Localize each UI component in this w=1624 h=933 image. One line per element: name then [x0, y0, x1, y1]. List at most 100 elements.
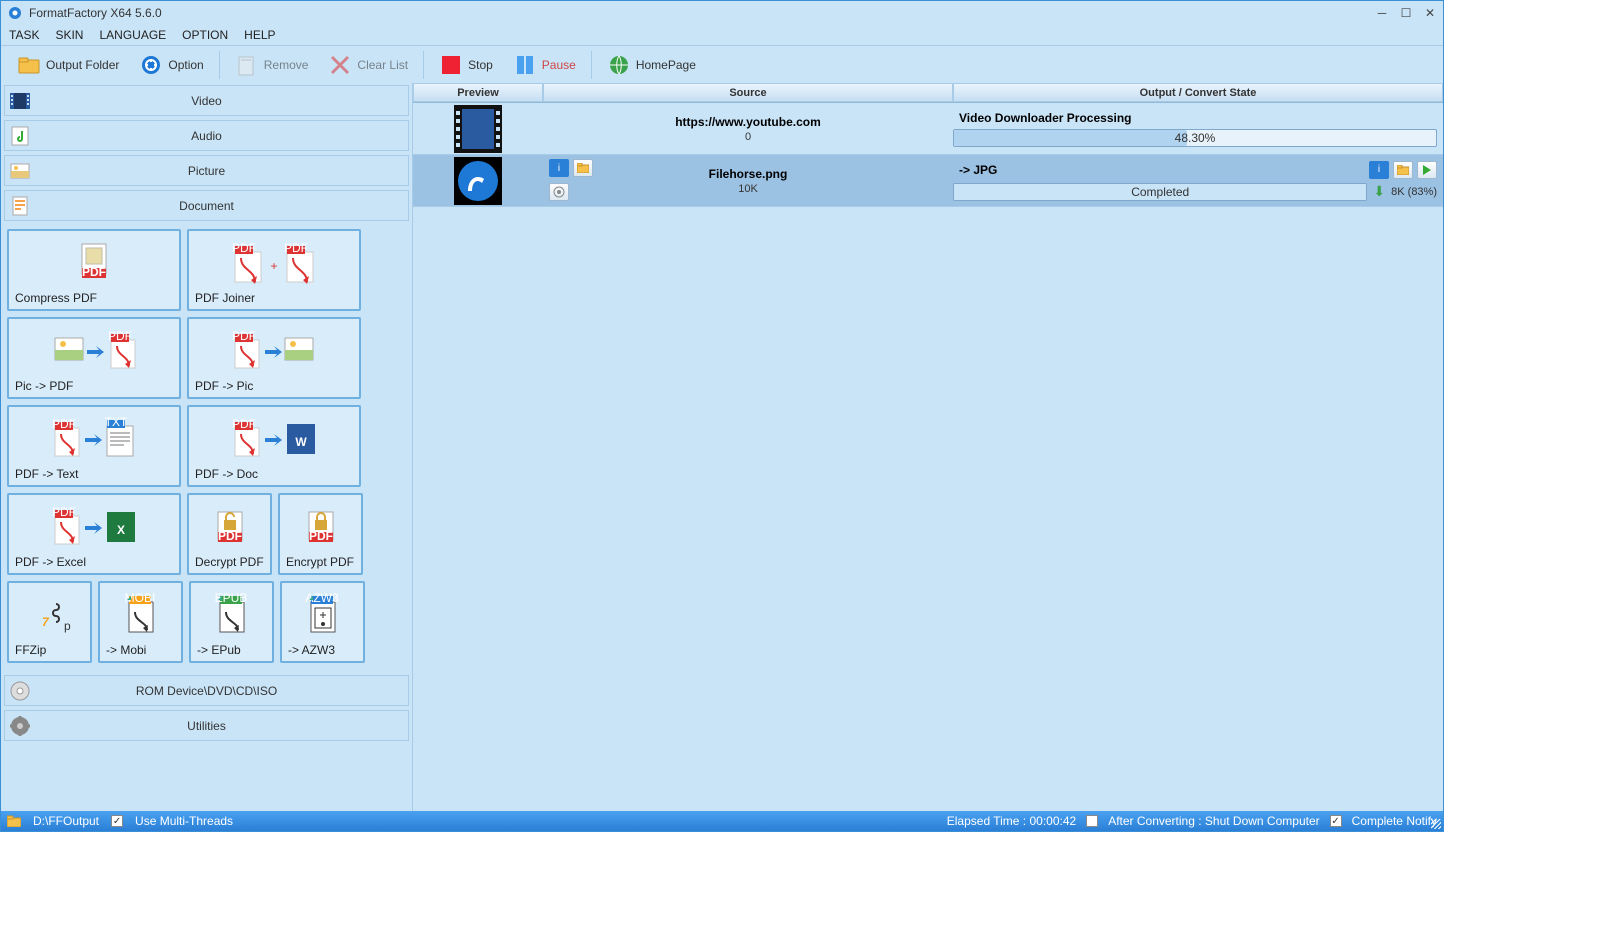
pdf-excel-icon: PDFX	[15, 499, 173, 553]
folder-small-icon	[7, 815, 21, 827]
tool-pdf-joiner[interactable]: PDF+PDF PDF Joiner	[187, 229, 361, 311]
tool-to-epub[interactable]: EPUB -> EPub	[189, 581, 274, 663]
category-document[interactable]: Document	[4, 190, 409, 221]
remove-icon	[235, 53, 259, 77]
folder-icon	[17, 53, 41, 77]
body: Video Audio Picture Document PDF Compres…	[1, 83, 1443, 811]
tool-label: Decrypt PDF	[195, 555, 264, 569]
info-button[interactable]: i	[1369, 161, 1389, 179]
tool-label: -> EPub	[197, 643, 266, 657]
stop-button[interactable]: Stop	[431, 49, 501, 81]
task-row[interactable]: https://www.youtube.com 0 Video Download…	[413, 103, 1443, 155]
category-rom-label: ROM Device\DVD\CD\ISO	[136, 684, 277, 698]
tool-label: FFZip	[15, 643, 84, 657]
menu-help[interactable]: HELP	[244, 28, 275, 42]
col-output[interactable]: Output / Convert State	[953, 83, 1443, 102]
svg-text:PDF: PDF	[82, 265, 106, 279]
tool-pic-to-pdf[interactable]: PDF Pic -> PDF	[7, 317, 181, 399]
tool-label: PDF -> Excel	[15, 555, 173, 569]
svg-text:PDF: PDF	[108, 329, 132, 343]
category-utilities-label: Utilities	[187, 719, 226, 733]
tool-pdf-to-doc[interactable]: PDFW PDF -> Doc	[187, 405, 361, 487]
task-row[interactable]: i Filehorse.png 10K -> JPG	[413, 155, 1443, 207]
source-name: Filehorse.png	[709, 167, 788, 181]
menu-task[interactable]: TASK	[9, 28, 39, 42]
tool-label: PDF Joiner	[195, 291, 353, 305]
decrypt-pdf-icon: PDF	[195, 499, 264, 553]
output-folder-button[interactable]: Output Folder	[9, 49, 127, 81]
progress-text: 48.30%	[1175, 131, 1216, 145]
pause-icon	[513, 53, 537, 77]
close-button[interactable]: ✕	[1423, 6, 1437, 20]
col-preview[interactable]: Preview	[413, 83, 543, 102]
tool-ffzip[interactable]: 7p FFZip	[7, 581, 92, 663]
category-picture[interactable]: Picture	[4, 155, 409, 186]
menu-language[interactable]: LANGUAGE	[99, 28, 166, 42]
toolbar: Output Folder Option Remove Clear List S…	[1, 45, 1443, 83]
category-audio-label: Audio	[191, 129, 222, 143]
resize-grip[interactable]	[1431, 819, 1441, 829]
multithread-checkbox[interactable]: ✓	[111, 815, 123, 827]
pdf-joiner-icon: PDF+PDF	[195, 235, 353, 289]
window-buttons: ─ ☐ ✕	[1375, 6, 1437, 20]
play-button[interactable]	[1417, 161, 1437, 179]
menu-skin[interactable]: SKIN	[55, 28, 83, 42]
homepage-button[interactable]: HomePage	[599, 49, 704, 81]
pause-button[interactable]: Pause	[505, 49, 584, 81]
tool-label: Pic -> PDF	[15, 379, 173, 393]
sidebar: Video Audio Picture Document PDF Compres…	[1, 83, 413, 811]
tool-pdf-to-pic[interactable]: PDF PDF -> Pic	[187, 317, 361, 399]
output-folder-label: Output Folder	[46, 58, 119, 72]
svg-text:PDF: PDF	[232, 417, 256, 431]
menubar: TASK SKIN LANGUAGE OPTION HELP	[1, 25, 1443, 45]
pic-pdf-icon: PDF	[15, 323, 173, 377]
open-folder-button[interactable]	[573, 159, 593, 177]
tool-decrypt-pdf[interactable]: PDF Decrypt PDF	[187, 493, 272, 575]
col-source[interactable]: Source	[543, 83, 953, 102]
source-sub: 0	[745, 131, 751, 143]
tool-pdf-to-excel[interactable]: PDFX PDF -> Excel	[7, 493, 181, 575]
tool-encrypt-pdf[interactable]: PDF Encrypt PDF	[278, 493, 363, 575]
tool-label: PDF -> Doc	[195, 467, 353, 481]
option-label: Option	[168, 58, 203, 72]
category-utilities[interactable]: Utilities	[4, 710, 409, 741]
progress-text: Completed	[1131, 185, 1189, 199]
window-title: FormatFactory X64 5.6.0	[29, 6, 1375, 20]
tool-pdf-to-text[interactable]: PDFTXT PDF -> Text	[7, 405, 181, 487]
maximize-button[interactable]: ☐	[1399, 6, 1413, 20]
tool-compress-pdf[interactable]: PDF Compress PDF	[7, 229, 181, 311]
task-rows: https://www.youtube.com 0 Video Download…	[413, 103, 1443, 811]
shutdown-checkbox[interactable]	[1086, 815, 1098, 827]
output-path[interactable]: D:\FFOutput	[33, 814, 99, 828]
clear-list-button[interactable]: Clear List	[320, 49, 416, 81]
minimize-button[interactable]: ─	[1375, 6, 1389, 20]
category-audio[interactable]: Audio	[4, 120, 409, 151]
menu-option[interactable]: OPTION	[182, 28, 228, 42]
notify-checkbox[interactable]: ✓	[1330, 815, 1342, 827]
tool-to-mobi[interactable]: MOBI -> Mobi	[98, 581, 183, 663]
notify-label: Complete Notify	[1352, 814, 1437, 828]
mobi-icon: MOBI	[106, 587, 175, 641]
svg-text:PDF: PDF	[52, 505, 76, 519]
row-output: Video Downloader Processing 48.30%	[953, 103, 1443, 154]
category-video[interactable]: Video	[4, 85, 409, 116]
remove-button[interactable]: Remove	[227, 49, 317, 81]
row-source: https://www.youtube.com 0	[543, 103, 953, 154]
statusbar: D:\FFOutput ✓ Use Multi-Threads Elapsed …	[1, 811, 1443, 831]
pause-label: Pause	[542, 58, 576, 72]
elapsed-time: Elapsed Time : 00:00:42	[947, 814, 1076, 828]
toolbar-separator	[591, 51, 592, 79]
svg-text:p: p	[64, 619, 71, 633]
info-button[interactable]: i	[549, 159, 569, 177]
option-button[interactable]: Option	[131, 49, 211, 81]
tool-label: -> Mobi	[106, 643, 175, 657]
svg-text:PDF: PDF	[284, 241, 308, 255]
picture-icon	[7, 158, 33, 184]
progress-bar: Completed	[953, 183, 1367, 201]
disc-icon	[7, 678, 33, 704]
category-rom[interactable]: ROM Device\DVD\CD\ISO	[4, 675, 409, 706]
open-folder-button[interactable]	[1393, 161, 1413, 179]
settings-button[interactable]	[549, 183, 569, 201]
stop-icon	[439, 53, 463, 77]
tool-to-azw3[interactable]: AZW3 -> AZW3	[280, 581, 365, 663]
